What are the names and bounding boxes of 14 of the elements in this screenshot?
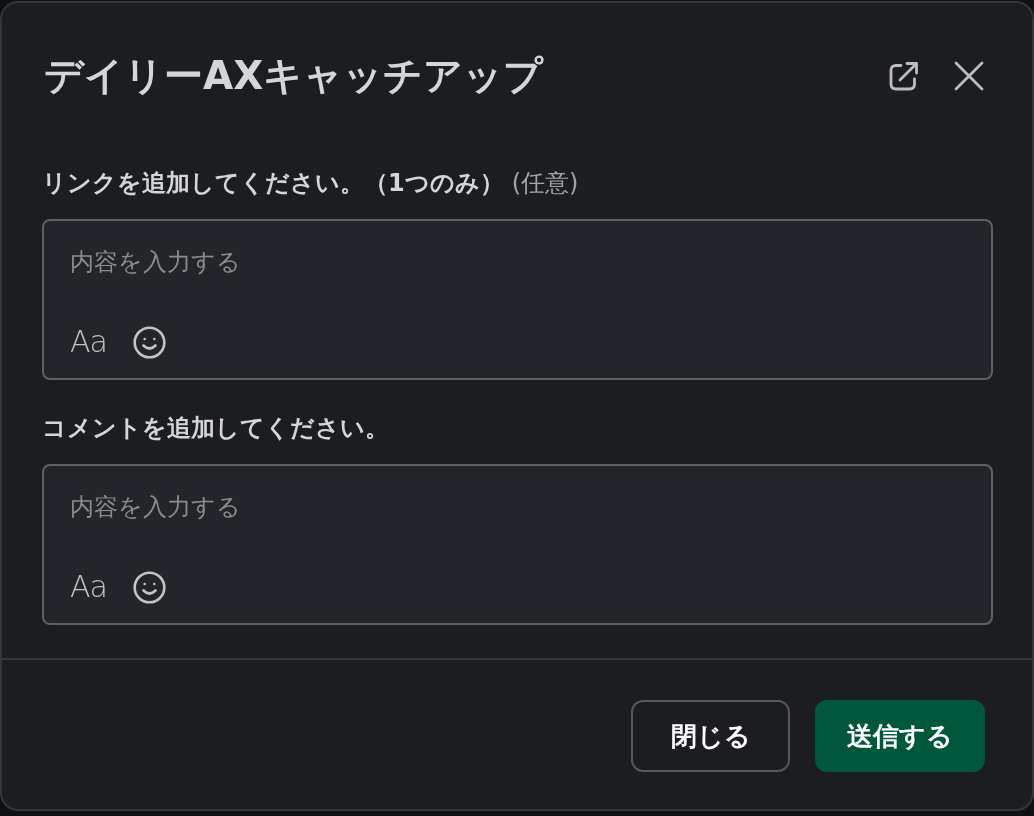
field-label: リンクを追加してください。（1つのみ） bbox=[42, 168, 504, 199]
smiley-icon[interactable] bbox=[132, 325, 166, 359]
external-link-icon[interactable] bbox=[888, 60, 920, 92]
close-icon[interactable] bbox=[954, 61, 984, 91]
field-label: コメントを追加してください。 bbox=[42, 413, 389, 444]
send-button[interactable]: 送信する bbox=[815, 700, 985, 772]
text-input-field[interactable]: 内容を入力する Aa bbox=[42, 219, 993, 380]
text-format-button[interactable]: Aa bbox=[70, 324, 107, 360]
smiley-icon[interactable] bbox=[132, 570, 166, 604]
close-button[interactable]: 閉じる bbox=[631, 700, 790, 772]
text-input-field[interactable]: 内容を入力する Aa bbox=[42, 464, 993, 625]
dialog-title: デイリーAXキャッチアップ bbox=[44, 52, 545, 100]
text-format-button[interactable]: Aa bbox=[70, 569, 107, 605]
optional-note: (任意) bbox=[511, 168, 579, 199]
